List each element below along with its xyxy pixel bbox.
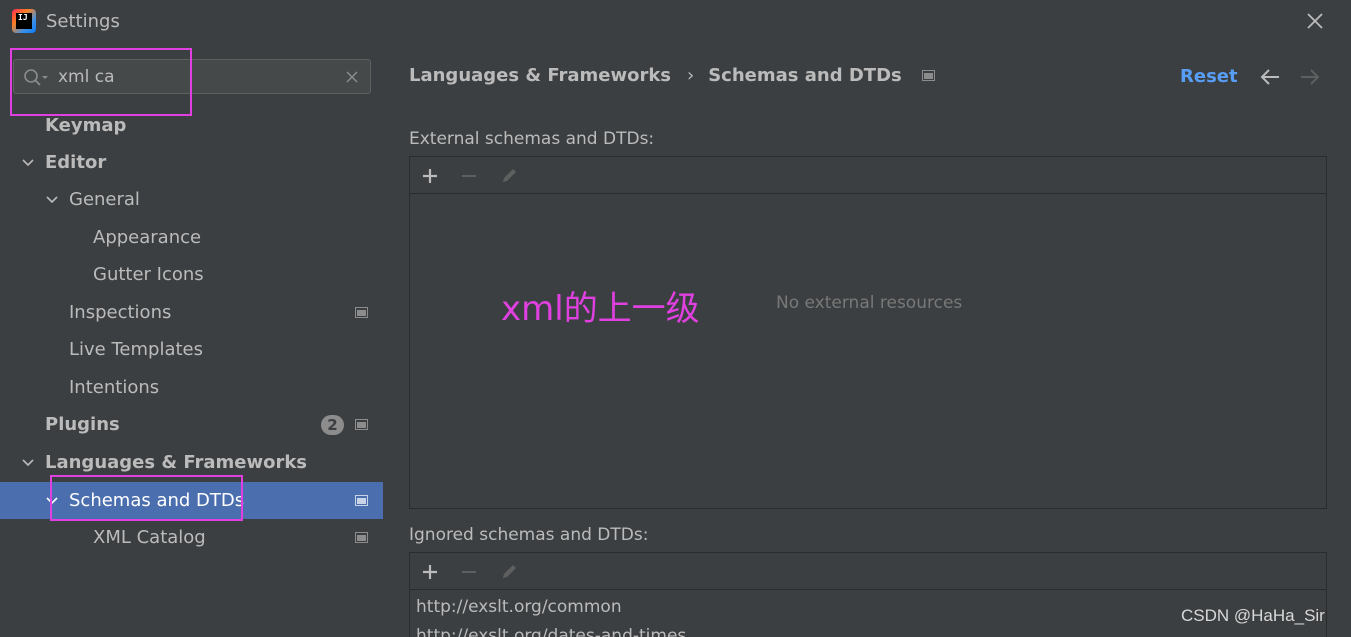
sidebar-item-plugins[interactable]: Plugins 2: [0, 406, 383, 443]
sidebar-item-label: Plugins: [45, 414, 120, 435]
project-settings-icon: [355, 495, 368, 506]
sidebar-item-label: Gutter Icons: [93, 264, 204, 285]
add-icon[interactable]: [420, 166, 440, 186]
search-icon[interactable]: [23, 68, 51, 88]
window-title: Settings: [46, 11, 120, 32]
settings-content: Languages & Frameworks › Schemas and DTD…: [383, 43, 1351, 637]
sidebar-item-schemas-and-dtds[interactable]: Schemas and DTDs: [0, 482, 383, 519]
sidebar-item-editor[interactable]: Editor: [0, 144, 383, 181]
sidebar-item-gutter-icons[interactable]: Gutter Icons: [0, 256, 383, 293]
chevron-down-icon[interactable]: [20, 155, 36, 171]
sidebar-item-label: Inspections: [69, 302, 172, 323]
sidebar-item-label: Languages & Frameworks: [45, 452, 308, 473]
breadcrumb-separator: ›: [687, 65, 695, 86]
edit-pencil-icon[interactable]: [499, 166, 519, 186]
breadcrumb-schemas-and-dtds: Schemas and DTDs: [708, 65, 902, 86]
chevron-down-icon[interactable]: [20, 455, 36, 471]
sidebar-item-general[interactable]: General: [0, 181, 383, 218]
project-settings-icon: [921, 70, 935, 81]
sidebar-item-label: Appearance: [93, 227, 202, 248]
project-settings-icon: [355, 307, 368, 318]
ignored-schemas-label: Ignored schemas and DTDs:: [409, 525, 649, 545]
sidebar-item-appearance[interactable]: Appearance: [0, 219, 383, 256]
edit-pencil-icon[interactable]: [499, 562, 519, 582]
title-bar: IJ Settings: [0, 0, 1351, 43]
chevron-down-icon[interactable]: [44, 192, 60, 208]
intellij-logo-icon: IJ: [12, 9, 36, 33]
remove-icon[interactable]: [459, 562, 479, 582]
sidebar-item-label: Live Templates: [69, 339, 203, 360]
sidebar-item-xml-catalog[interactable]: XML Catalog: [0, 519, 383, 556]
back-arrow-icon[interactable]: [1259, 67, 1281, 87]
sidebar-item-label: Schemas and DTDs: [69, 490, 245, 511]
annotation-text: xml的上一级: [501, 289, 700, 329]
sidebar-item-intentions[interactable]: Intentions: [0, 369, 383, 406]
sidebar-item-keymap[interactable]: Keymap: [0, 107, 383, 144]
list-item[interactable]: http://exslt.org/dates-and-times: [416, 626, 686, 637]
external-schemas-panel: No external resources: [409, 156, 1327, 509]
updates-count-badge: 2: [321, 414, 344, 435]
search-input[interactable]: [58, 65, 338, 89]
breadcrumb-languages-frameworks[interactable]: Languages & Frameworks: [409, 65, 671, 86]
empty-list-message: No external resources: [776, 293, 963, 313]
external-toolbar: [410, 157, 1326, 194]
project-settings-icon: [355, 532, 368, 543]
sidebar-item-label: Keymap: [45, 115, 127, 136]
remove-icon[interactable]: [459, 166, 479, 186]
sidebar-item-label: Intentions: [69, 377, 160, 398]
sidebar-item-live-templates[interactable]: Live Templates: [0, 331, 383, 368]
chevron-down-icon[interactable]: [44, 493, 60, 509]
forward-arrow-icon[interactable]: [1299, 67, 1321, 87]
sidebar-item-label: XML Catalog: [93, 527, 206, 548]
list-item[interactable]: http://exslt.org/common: [416, 597, 622, 617]
breadcrumb: Languages & Frameworks › Schemas and DTD…: [409, 65, 935, 86]
ignored-toolbar: [410, 553, 1326, 590]
external-schemas-label: External schemas and DTDs:: [409, 129, 655, 149]
sidebar-item-inspections[interactable]: Inspections: [0, 294, 383, 331]
clear-search-icon[interactable]: [344, 69, 360, 85]
reset-link[interactable]: Reset: [1180, 66, 1238, 87]
close-icon[interactable]: [1303, 9, 1327, 33]
project-settings-icon: [355, 419, 368, 430]
logo-text: IJ: [16, 13, 32, 29]
add-icon[interactable]: [420, 562, 440, 582]
watermark: CSDN @HaHa_Sir: [1181, 606, 1325, 625]
sidebar-item-label: Editor: [45, 152, 107, 173]
sidebar-item-languages-frameworks[interactable]: Languages & Frameworks: [0, 444, 383, 481]
search-field[interactable]: [13, 59, 371, 94]
settings-sidebar: Keymap Editor General Appearance Gutter …: [0, 43, 383, 637]
sidebar-item-label: General: [69, 189, 140, 210]
